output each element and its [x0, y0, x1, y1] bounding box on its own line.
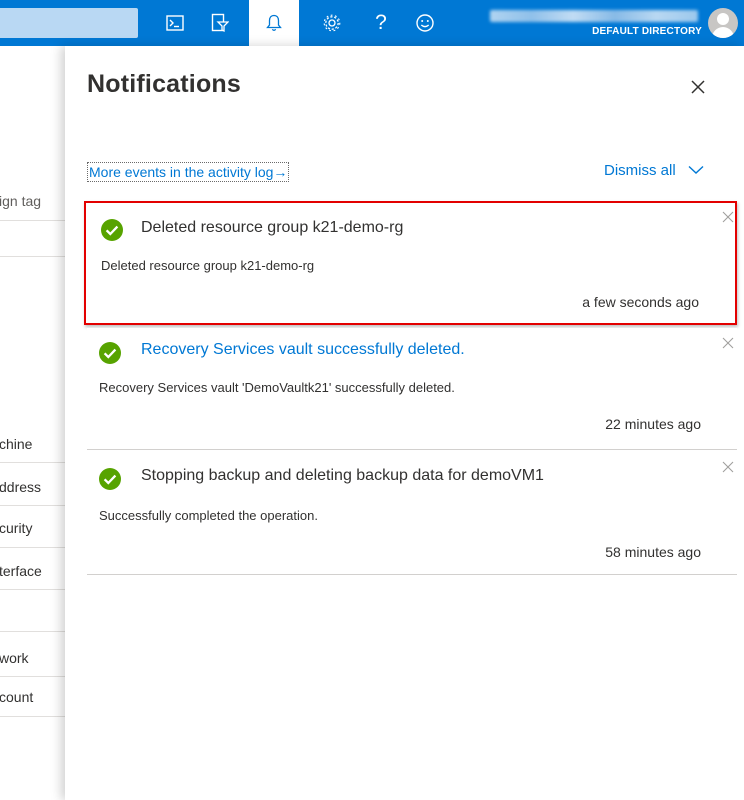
notification-body: Deleted resource group k21-demo-rg — [101, 258, 315, 273]
success-check-icon — [99, 468, 121, 490]
background-blade: ign tag chine ddress curity terface work… — [0, 46, 65, 800]
arrow-right-icon: → — [273, 164, 288, 180]
notifications-panel: Notifications More events in the activit… — [65, 46, 744, 800]
assign-tags-fragment: ign tag — [0, 193, 42, 209]
activity-log-link[interactable]: More events in the activity log→ — [87, 162, 290, 182]
account-name-redacted[interactable] — [486, 10, 704, 22]
directory-label[interactable]: DEFAULT DIRECTORY — [592, 26, 702, 37]
feedback-smiley-icon[interactable] — [410, 8, 440, 38]
divider — [0, 256, 65, 257]
settings-gear-icon[interactable] — [317, 8, 347, 38]
top-bar: ? DEFAULT DIRECTORY — [0, 0, 744, 46]
close-icon[interactable] — [685, 74, 711, 100]
dismiss-all-button[interactable]: Dismiss all — [604, 162, 704, 179]
divider — [0, 676, 65, 677]
activity-log-link-label: More events in the activity log — [89, 164, 274, 180]
dismiss-notification-icon[interactable] — [721, 460, 735, 474]
notification-time: a few seconds ago — [582, 294, 699, 310]
dismiss-notification-icon[interactable] — [721, 210, 735, 224]
dismiss-notification-icon[interactable] — [721, 336, 735, 350]
divider — [0, 716, 65, 717]
resource-row-fragment[interactable]: terface — [0, 563, 42, 579]
notification-item[interactable]: Recovery Services vault successfully del… — [87, 328, 737, 450]
notification-time: 22 minutes ago — [605, 416, 701, 432]
chevron-down-icon — [688, 162, 704, 179]
divider — [0, 220, 65, 221]
notification-title: Deleted resource group k21-demo-rg — [141, 219, 404, 236]
divider — [0, 462, 65, 463]
divider — [0, 505, 65, 506]
dismiss-all-label: Dismiss all — [604, 162, 676, 179]
notification-title: Stopping backup and deleting backup data… — [141, 467, 544, 484]
resource-row-fragment[interactable]: ddress — [0, 479, 41, 495]
notification-title-link[interactable]: Recovery Services vault successfully del… — [141, 341, 465, 359]
divider — [0, 631, 65, 632]
resource-row-fragment[interactable]: work — [0, 650, 29, 666]
divider — [0, 547, 65, 548]
notification-item[interactable]: Stopping backup and deleting backup data… — [87, 450, 737, 575]
cloud-shell-icon[interactable] — [160, 8, 190, 38]
notification-item[interactable]: Deleted resource group k21-demo-rg Delet… — [84, 201, 737, 325]
divider — [0, 589, 65, 590]
success-check-icon — [99, 342, 121, 364]
panel-title: Notifications — [87, 70, 241, 98]
avatar[interactable] — [708, 8, 738, 38]
resource-row-fragment[interactable]: curity — [0, 520, 32, 536]
success-check-icon — [101, 219, 123, 241]
help-icon[interactable]: ? — [366, 8, 396, 38]
search-box[interactable] — [0, 8, 138, 38]
notification-body: Recovery Services vault 'DemoVaultk21' s… — [99, 380, 455, 395]
resource-row-fragment[interactable]: chine — [0, 436, 32, 452]
notification-body: Successfully completed the operation. — [99, 508, 318, 523]
directory-filter-icon[interactable] — [205, 8, 235, 38]
notification-time: 58 minutes ago — [605, 544, 701, 560]
resource-row-fragment[interactable]: count — [0, 689, 33, 705]
notifications-bell-icon — [266, 14, 282, 31]
notifications-bell-button[interactable] — [249, 0, 299, 46]
